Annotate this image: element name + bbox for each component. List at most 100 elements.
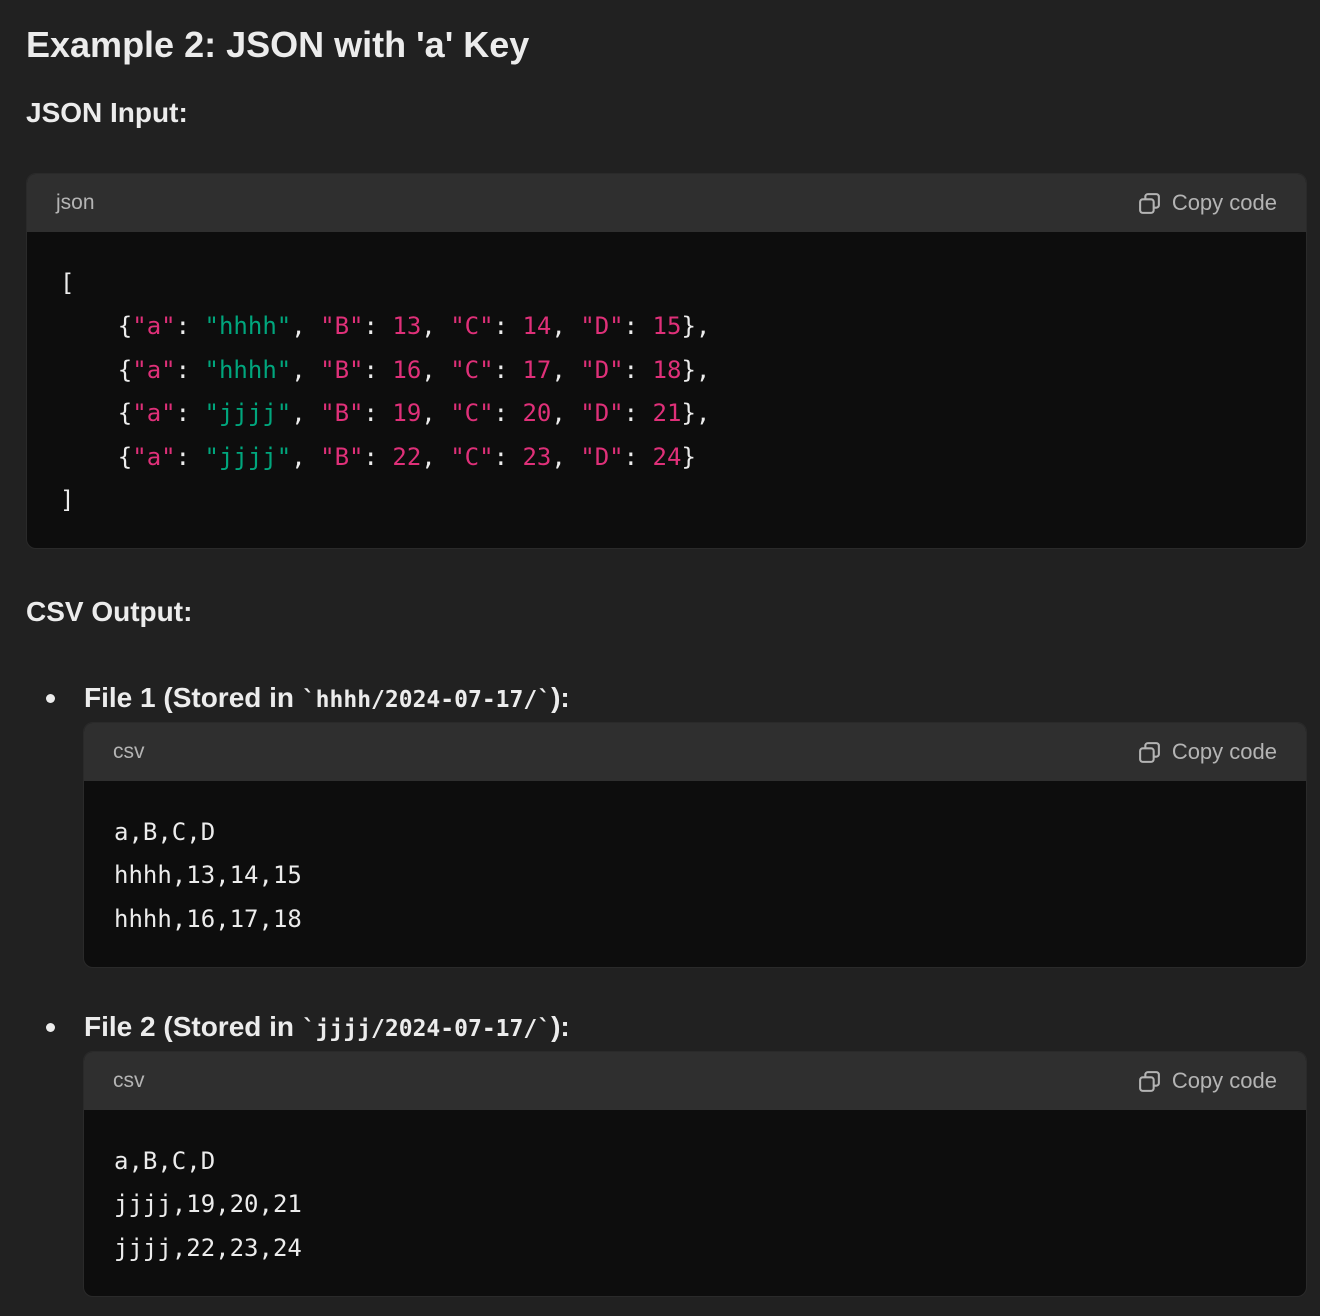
json-number-value: 19 <box>392 399 422 428</box>
code-line: a,B,C,D <box>114 1147 216 1175</box>
file-1-label-suffix: ): <box>551 682 570 713</box>
json-number-value: 18 <box>652 355 682 384</box>
json-punctuation: }, <box>681 312 711 341</box>
json-punctuation: : <box>623 442 653 471</box>
json-key: "C" <box>450 355 494 384</box>
file-1-label: File 1 (Stored in `hhhh/2024-07-17/`): <box>84 681 570 717</box>
json-punctuation: } <box>681 442 696 471</box>
json-punctuation: , <box>421 442 451 471</box>
json-key: "a" <box>132 399 176 428</box>
csv-file-1-code-block: csv Copy code a,B,C,D hhhh,13,14,15 hhhh… <box>83 722 1307 968</box>
copy-icon <box>1137 740 1162 765</box>
json-row: {"a": "hhhh", "B": 13, "C": 14, "D": 15}… <box>60 312 711 341</box>
file-2-label: File 2 (Stored in `jjjj/2024-07-17/`): <box>84 1010 570 1046</box>
json-punctuation: , <box>551 399 581 428</box>
json-string-value: "hhhh" <box>204 312 292 341</box>
json-key: "B" <box>320 442 364 471</box>
json-key: "C" <box>450 399 494 428</box>
json-key: "a" <box>132 442 176 471</box>
example-title: Example 2: JSON with 'a' Key <box>26 24 530 65</box>
json-open-bracket: [ <box>60 269 75 297</box>
json-punctuation: : <box>363 312 393 341</box>
json-string-value: "hhhh" <box>204 355 292 384</box>
code-block-header: csv Copy code <box>84 723 1306 781</box>
bullet-icon <box>46 1023 55 1032</box>
json-punctuation: , <box>291 399 321 428</box>
json-punctuation: : <box>493 355 523 384</box>
json-punctuation: , <box>421 399 451 428</box>
json-key: "D" <box>580 442 624 471</box>
json-code-block: json Copy code [ {"a": "hhhh", "B": 13, … <box>26 173 1307 549</box>
json-key: "C" <box>450 312 494 341</box>
json-key: "D" <box>580 355 624 384</box>
file-2-label-suffix: ): <box>551 1011 570 1042</box>
json-number-value: 15 <box>652 312 682 341</box>
json-key: "B" <box>320 312 364 341</box>
json-punctuation: , <box>551 355 581 384</box>
json-number-value: 16 <box>392 355 422 384</box>
json-number-value: 24 <box>652 442 682 471</box>
copy-icon <box>1137 1069 1162 1094</box>
json-key: "D" <box>580 312 624 341</box>
copy-icon <box>1137 191 1162 216</box>
json-row: {"a": "jjjj", "B": 19, "C": 20, "D": 21}… <box>60 399 711 428</box>
json-key: "D" <box>580 399 624 428</box>
json-punctuation: , <box>421 355 451 384</box>
copy-code-label: Copy code <box>1171 190 1277 215</box>
json-number-value: 21 <box>652 399 682 428</box>
copy-code-button[interactable]: Copy code <box>1137 739 1277 765</box>
copy-code-button[interactable]: Copy code <box>1137 1068 1277 1094</box>
csv-file-1-code: a,B,C,D hhhh,13,14,15 hhhh,16,17,18 <box>84 781 1306 965</box>
json-punctuation: }, <box>681 399 711 428</box>
code-language-label: csv <box>113 740 145 763</box>
json-punctuation: : <box>623 312 653 341</box>
json-punctuation: , <box>291 312 321 341</box>
copy-code-button[interactable]: Copy code <box>1137 190 1277 216</box>
file-1-label-prefix: File 1 (Stored in <box>84 682 302 713</box>
json-punctuation: : <box>623 399 653 428</box>
json-key: "C" <box>450 442 494 471</box>
json-number-value: 13 <box>392 312 422 341</box>
json-key: "a" <box>132 312 176 341</box>
json-string-value: "jjjj" <box>204 442 292 471</box>
file-2-label-prefix: File 2 (Stored in <box>84 1011 302 1042</box>
file-2-list-item: File 2 (Stored in `jjjj/2024-07-17/`): <box>26 1009 1307 1045</box>
code-block-header: csv Copy code <box>84 1052 1306 1110</box>
json-punctuation: : <box>175 312 205 341</box>
json-punctuation: { <box>60 355 133 384</box>
code-language-label: json <box>56 191 95 214</box>
code-line: jjjj,19,20,21 <box>114 1190 302 1219</box>
copy-code-label: Copy code <box>1171 739 1277 764</box>
csv-file-2-code: a,B,C,D jjjj,19,20,21 jjjj,22,23,24 <box>84 1110 1306 1294</box>
json-number-value: 23 <box>522 442 552 471</box>
json-punctuation: : <box>363 442 393 471</box>
json-punctuation: : <box>175 355 205 384</box>
json-key: "B" <box>320 355 364 384</box>
json-number-value: 14 <box>522 312 552 341</box>
code-block-header: json Copy code <box>27 174 1306 232</box>
code-line: hhhh,13,14,15 <box>114 861 302 890</box>
json-key: "a" <box>132 355 176 384</box>
json-punctuation: : <box>493 399 523 428</box>
json-input-heading: JSON Input: <box>26 97 188 128</box>
json-string-value: "jjjj" <box>204 399 292 428</box>
json-punctuation: , <box>551 312 581 341</box>
json-punctuation: : <box>493 442 523 471</box>
json-punctuation: , <box>421 312 451 341</box>
file-1-path: `hhhh/2024-07-17/` <box>301 687 552 713</box>
file-2-path: `jjjj/2024-07-17/` <box>301 1016 552 1042</box>
code-line: jjjj,22,23,24 <box>114 1233 302 1262</box>
json-punctuation: }, <box>681 355 711 384</box>
json-code: [ {"a": "hhhh", "B": 13, "C": 14, "D": 1… <box>27 232 1306 546</box>
csv-output-heading: CSV Output: <box>26 596 193 627</box>
json-punctuation: { <box>60 442 133 471</box>
json-punctuation: , <box>291 442 321 471</box>
json-number-value: 22 <box>392 442 422 471</box>
json-row: {"a": "hhhh", "B": 16, "C": 17, "D": 18}… <box>60 355 711 384</box>
csv-file-2-code-block: csv Copy code a,B,C,D jjjj,19,20,21 jjjj… <box>83 1051 1307 1297</box>
json-punctuation: { <box>60 312 133 341</box>
json-punctuation: : <box>175 399 205 428</box>
json-punctuation: : <box>493 312 523 341</box>
json-punctuation: : <box>363 355 393 384</box>
json-close-bracket: ] <box>60 486 75 515</box>
